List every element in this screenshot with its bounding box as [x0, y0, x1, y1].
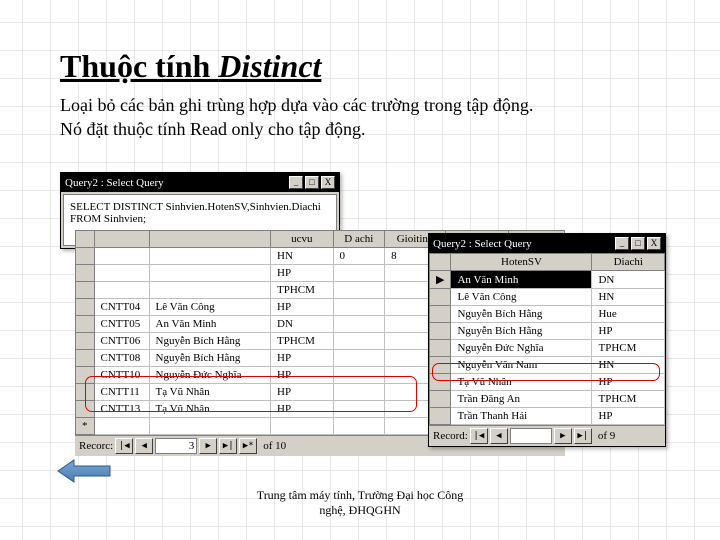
- window-title: Query2 : Select Query: [65, 177, 164, 189]
- close-button[interactable]: X: [647, 237, 661, 250]
- nav-prev-button[interactable]: ◀: [135, 438, 153, 454]
- record-number-input[interactable]: [155, 438, 197, 454]
- nav-new-button[interactable]: ▶*: [239, 438, 257, 454]
- table-row[interactable]: Trần Đăng AnTPHCM: [430, 391, 665, 408]
- nav-first-button[interactable]: |◀: [115, 438, 133, 454]
- nav-last-button[interactable]: ▶|: [219, 438, 237, 454]
- maximize-button[interactable]: □: [305, 176, 319, 189]
- table-row[interactable]: Tạ Vũ NhânHP: [430, 374, 665, 391]
- maximize-button[interactable]: □: [631, 237, 645, 250]
- close-button[interactable]: X: [321, 176, 335, 189]
- table-row[interactable]: Nguyễn Văn NamHN: [430, 357, 665, 374]
- page-title: Thuộc tính Distinct: [60, 48, 660, 85]
- table-row[interactable]: Trần Thanh HảiHP: [430, 408, 665, 425]
- record-number-input[interactable]: [510, 428, 552, 444]
- nav-next-button[interactable]: ▶: [199, 438, 217, 454]
- column-header[interactable]: Diachi: [592, 254, 665, 271]
- minimize-button[interactable]: _: [289, 176, 303, 189]
- back-arrow-icon[interactable]: [56, 458, 112, 484]
- column-header[interactable]: D achi: [333, 231, 385, 248]
- table-row[interactable]: ▶An Văn MinhDN: [430, 271, 665, 289]
- table-row[interactable]: Nguyễn Bích HằngHue: [430, 306, 665, 323]
- column-header[interactable]: HotenSV: [451, 254, 592, 271]
- table-row[interactable]: Nguyễn Đức NghĩaTPHCM: [430, 340, 665, 357]
- table-row[interactable]: Nguyễn Bích HằngHP: [430, 323, 665, 340]
- window-title: Query2 : Select Query: [433, 238, 532, 250]
- result-window: Query2 : Select Query _ □ X HotenSVDiach…: [428, 233, 666, 447]
- nav-prev-button[interactable]: ◀: [490, 428, 508, 444]
- record-navigator: Record: |◀ ◀ ▶ ▶| of 9: [429, 425, 665, 446]
- nav-first-button[interactable]: |◀: [470, 428, 488, 444]
- nav-next-button[interactable]: ▶: [554, 428, 572, 444]
- footer-text: Trung tâm máy tính, Trường Đại học Công …: [0, 488, 720, 518]
- nav-last-button[interactable]: ▶|: [574, 428, 592, 444]
- column-header[interactable]: ucvu: [271, 231, 333, 248]
- description: Loại bỏ các bản ghi trùng hợp dựa vào cá…: [60, 93, 660, 142]
- minimize-button[interactable]: _: [615, 237, 629, 250]
- table-row[interactable]: Lê Văn CôngHN: [430, 289, 665, 306]
